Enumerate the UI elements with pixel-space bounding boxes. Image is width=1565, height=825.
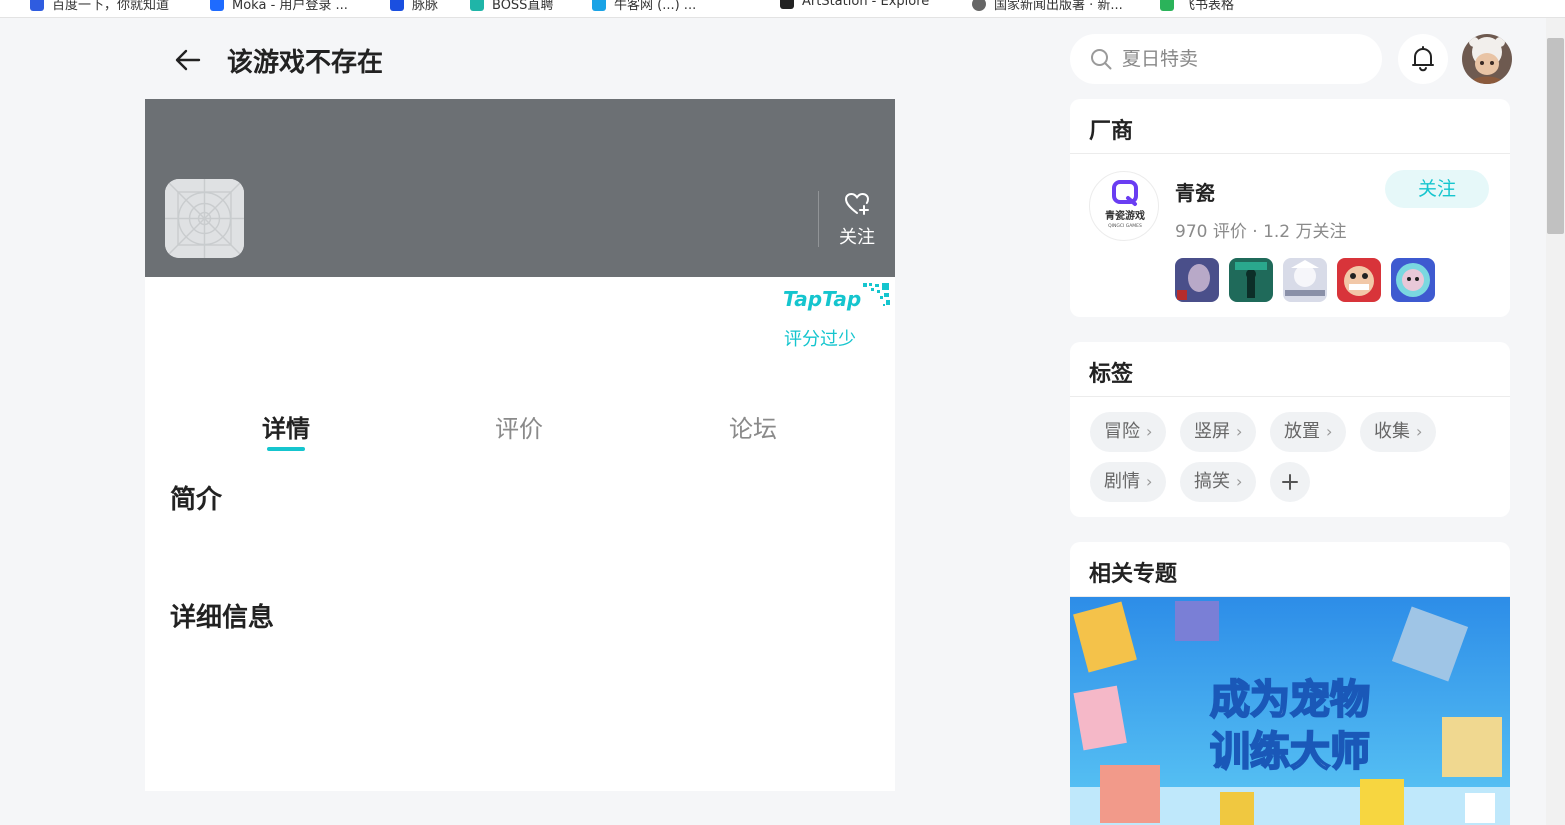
vendor-game-thumb[interactable] bbox=[1337, 258, 1381, 302]
bell-icon bbox=[1412, 46, 1434, 72]
tag-chip[interactable]: 搞笑 › bbox=[1180, 462, 1257, 502]
vendor-logo-subtext: QINGCI GAMES bbox=[1108, 223, 1142, 229]
rating-status: 评分过少 bbox=[784, 329, 856, 350]
vendor-stats: 970 评价 · 1.2 万关注 bbox=[1175, 222, 1347, 242]
scrollbar-thumb[interactable] bbox=[1547, 38, 1564, 234]
tags-card: 标签 冒险 › 竖屏 › 放置 › 收集 › 剧情 › 搞笑 › bbox=[1070, 342, 1510, 517]
chevron-right-icon: › bbox=[1416, 422, 1423, 441]
vendor-game-thumb[interactable] bbox=[1283, 258, 1327, 302]
follow-vendor-button[interactable]: 关注 bbox=[1385, 170, 1489, 208]
tag-label: 竖屏 bbox=[1194, 421, 1230, 442]
chevron-right-icon: › bbox=[1146, 472, 1153, 491]
bookmark-item[interactable]: 百度一下，你就知道 bbox=[30, 0, 169, 13]
tab-reviews[interactable]: 评价 bbox=[459, 409, 579, 444]
bookmark-favicon-icon bbox=[780, 0, 794, 9]
bookmark-favicon-icon bbox=[470, 0, 484, 11]
chevron-right-icon: › bbox=[1236, 472, 1243, 491]
vendor-game-thumb[interactable] bbox=[1229, 258, 1273, 302]
game-thumb-icon bbox=[1337, 258, 1381, 302]
tags-heading: 标签 bbox=[1070, 342, 1510, 397]
add-tag-button[interactable] bbox=[1270, 462, 1310, 502]
bookmark-favicon-icon bbox=[972, 0, 986, 11]
vendor-game-thumb[interactable] bbox=[1175, 258, 1219, 302]
game-thumb-icon bbox=[1229, 258, 1273, 302]
bookmark-item[interactable]: ArtStation - Explore bbox=[780, 0, 929, 9]
bookmark-favicon-icon bbox=[210, 0, 224, 11]
search-input[interactable] bbox=[1122, 46, 1362, 72]
topic-banner[interactable]: 成为宠物 训练大师 bbox=[1070, 597, 1510, 825]
avatar-icon bbox=[1462, 34, 1512, 84]
chevron-right-icon: › bbox=[1236, 422, 1243, 441]
vendor-game-thumb[interactable] bbox=[1391, 258, 1435, 302]
tag-label: 放置 bbox=[1284, 421, 1320, 442]
tag-chip[interactable]: 冒险 › bbox=[1090, 412, 1167, 452]
arrow-left-icon bbox=[175, 49, 201, 71]
tab-forum[interactable]: 论坛 bbox=[693, 409, 813, 444]
topic-banner-line2: 训练大师 bbox=[1210, 729, 1370, 775]
bookmark-item[interactable]: 牛客网 (...) ... bbox=[592, 0, 696, 13]
tag-chip[interactable]: 竖屏 › bbox=[1180, 412, 1257, 452]
user-avatar[interactable] bbox=[1462, 34, 1512, 84]
intro-heading: 简介 bbox=[170, 485, 223, 515]
bookmark-favicon-icon bbox=[390, 0, 404, 11]
follow-game-button[interactable]: 关注 bbox=[835, 191, 879, 248]
game-thumb-icon bbox=[1175, 258, 1219, 302]
topics-heading: 相关专题 bbox=[1070, 542, 1510, 597]
search-icon bbox=[1091, 49, 1112, 70]
tag-chip[interactable]: 剧情 › bbox=[1090, 462, 1167, 502]
taptap-logo: TapTap bbox=[783, 287, 862, 311]
heart-plus-icon bbox=[844, 192, 870, 215]
tag-label: 剧情 bbox=[1104, 471, 1140, 492]
bookmark-item[interactable]: 国家新闻出版署 · 新... bbox=[972, 0, 1123, 13]
placeholder-icon bbox=[165, 179, 244, 258]
tag-chip[interactable]: 收集 › bbox=[1360, 412, 1437, 452]
game-thumb-icon bbox=[1391, 258, 1435, 302]
notifications-button[interactable] bbox=[1398, 34, 1448, 84]
topic-banner-line1: 成为宠物 bbox=[1210, 677, 1370, 723]
bookmark-favicon-icon bbox=[592, 0, 606, 11]
bookmark-item[interactable]: 脉脉 bbox=[390, 0, 438, 13]
vendor-heading: 厂商 bbox=[1070, 99, 1510, 154]
plus-icon bbox=[1282, 474, 1298, 490]
vendor-card: 厂商 青瓷游戏 QINGCI GAMES 青瓷 970 评价 · 1.2 万关注… bbox=[1070, 99, 1510, 317]
tab-active-indicator bbox=[267, 447, 305, 451]
tag-label: 收集 bbox=[1374, 421, 1410, 442]
vendor-name[interactable]: 青瓷 bbox=[1175, 177, 1215, 206]
chevron-right-icon: › bbox=[1146, 422, 1153, 441]
search-box[interactable] bbox=[1070, 34, 1382, 84]
qingci-logo-icon: 青瓷游戏 QINGCI GAMES bbox=[1105, 180, 1145, 229]
game-banner: 关注 bbox=[145, 99, 895, 277]
tab-details[interactable]: 详情 bbox=[226, 409, 346, 444]
tag-label: 搞笑 bbox=[1194, 471, 1230, 492]
vendor-logo[interactable]: 青瓷游戏 QINGCI GAMES bbox=[1089, 171, 1159, 241]
back-button[interactable] bbox=[172, 44, 204, 76]
bookmark-favicon-icon bbox=[30, 0, 44, 11]
tab-bar: 详情 评价 论坛 bbox=[145, 409, 895, 459]
divider bbox=[818, 191, 819, 247]
chevron-right-icon: › bbox=[1326, 422, 1333, 441]
follow-label: 关注 bbox=[839, 227, 875, 248]
tag-label: 冒险 bbox=[1104, 421, 1140, 442]
bookmarks-bar: 百度一下，你就知道 Moka - 用户登录 ... 脉脉 BOSS直聘 牛客网 … bbox=[0, 0, 1565, 18]
bookmark-item[interactable]: BOSS直聘 bbox=[470, 0, 553, 13]
bookmark-item[interactable]: 飞书表格 bbox=[1160, 0, 1234, 13]
bookmark-favicon-icon bbox=[1160, 0, 1174, 11]
vendor-logo-text: 青瓷游戏 bbox=[1105, 209, 1145, 222]
bookmark-item[interactable]: Moka - 用户登录 ... bbox=[210, 0, 348, 13]
game-detail-card: 关注 TapTap 评分过少 详情 评价 论坛 简介 详细信息 bbox=[145, 99, 895, 791]
page-title: 该游戏不存在 bbox=[227, 48, 384, 78]
tag-chip[interactable]: 放置 › bbox=[1270, 412, 1347, 452]
game-thumb-icon bbox=[1283, 258, 1327, 302]
game-icon-placeholder bbox=[165, 179, 244, 258]
related-topics-card: 相关专题 成为宠物 训练大师 bbox=[1070, 542, 1510, 825]
qr-code-icon[interactable] bbox=[861, 282, 891, 312]
details-heading: 详细信息 bbox=[170, 603, 275, 633]
topic-banner-image: 成为宠物 训练大师 bbox=[1070, 597, 1510, 825]
